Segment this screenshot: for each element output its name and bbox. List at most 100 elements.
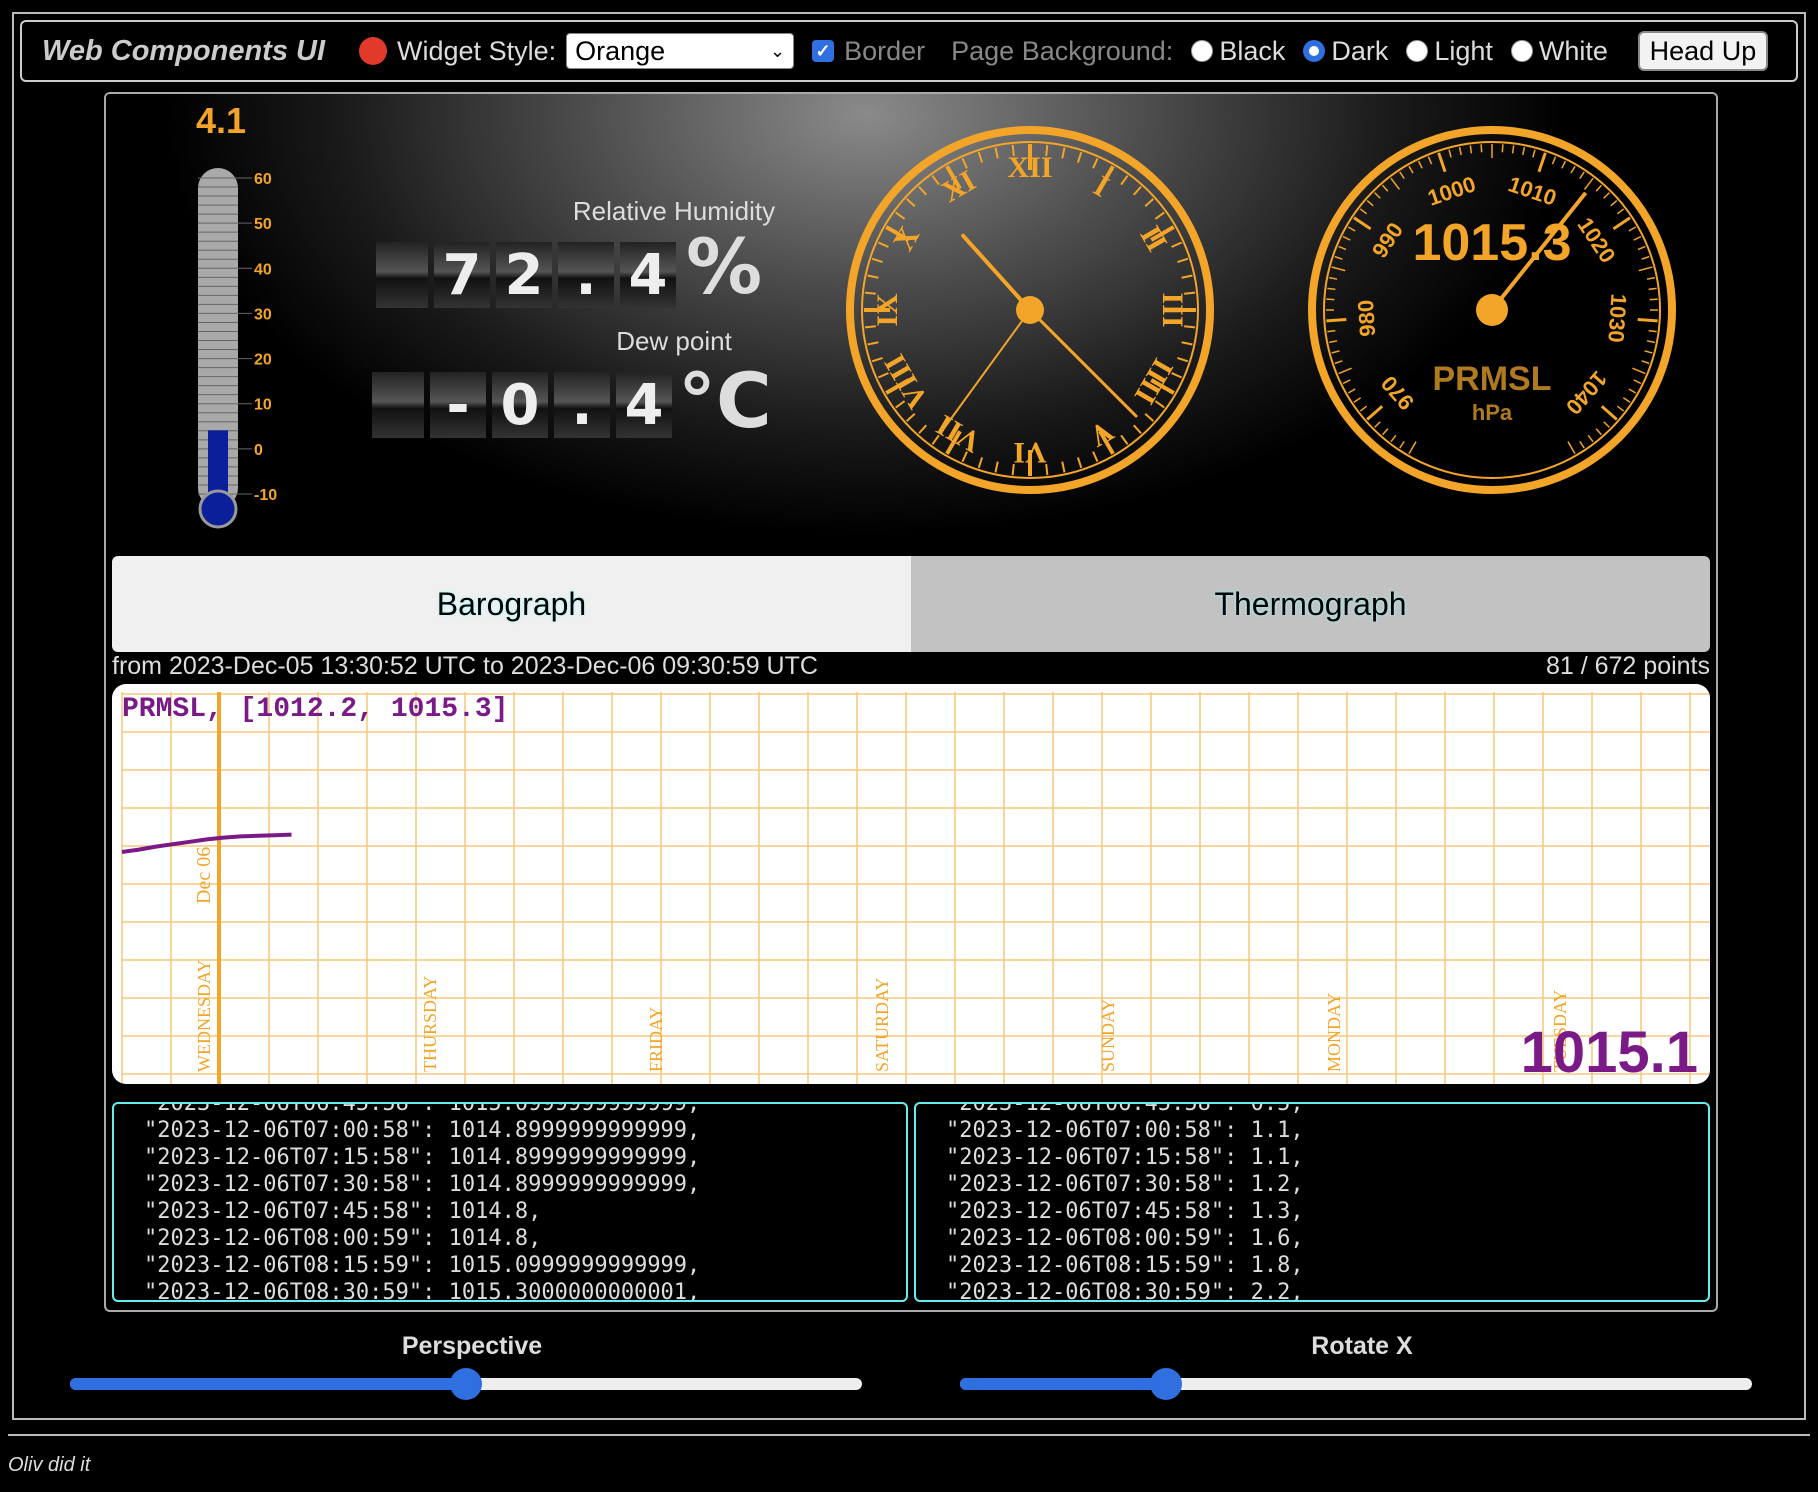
humidity-digit bbox=[376, 242, 428, 308]
humidity-digit: 4 bbox=[620, 242, 676, 308]
clock-tick bbox=[871, 257, 883, 264]
thermometer-scale-label: 60 bbox=[254, 171, 272, 188]
gauges-panel: 4.1 60 50 40 30 20 10 0 -10 Relative Humidity 7… bbox=[106, 94, 1716, 556]
bg-radio-black[interactable] bbox=[1191, 40, 1214, 62]
json-line: "2023-12-06T08:30:59": 1015.300000000000… bbox=[144, 1280, 701, 1302]
barometer-tick bbox=[1381, 184, 1389, 192]
perspective-slider-handle[interactable] bbox=[450, 1368, 482, 1400]
barometer-tick bbox=[1329, 276, 1338, 280]
tab-barograph[interactable]: Barograph bbox=[112, 556, 911, 652]
barometer-tick bbox=[1353, 397, 1362, 403]
thermometer-scale-label: 40 bbox=[254, 261, 272, 278]
barometer-tick bbox=[1353, 216, 1372, 231]
barometer-tick bbox=[1637, 318, 1658, 323]
rotate-x-slider[interactable] bbox=[960, 1368, 1752, 1400]
barometer-tick bbox=[1522, 147, 1526, 156]
json-line: "2023-12-06T08:00:59": 1.6, bbox=[946, 1226, 1304, 1251]
clock-numeral: V bbox=[1083, 414, 1119, 454]
perspective-label: Perspective bbox=[401, 1332, 543, 1360]
json-line: "2023-12-06T07:15:58": 1.1, bbox=[946, 1145, 1304, 1170]
json-line: "2023-12-06T07:45:58": 1.3, bbox=[946, 1199, 1304, 1224]
temperature-json-panel[interactable]: "2023-12-06T06:45:58": 0.5, "2023-12-06T… bbox=[914, 1102, 1710, 1302]
dew-point-digit: 4 bbox=[616, 372, 672, 438]
clock-tick bbox=[1177, 257, 1189, 264]
app-title: Web Components UI bbox=[42, 34, 326, 67]
bg-radio-dark[interactable] bbox=[1303, 40, 1326, 62]
clock-tick bbox=[994, 147, 999, 159]
barometer-tick bbox=[1417, 160, 1423, 169]
clock-tick bbox=[867, 274, 879, 279]
bg-radio-light[interactable] bbox=[1406, 40, 1429, 62]
barometer-tick bbox=[1511, 145, 1515, 154]
barometer-tick bbox=[1622, 397, 1631, 403]
barometer-tick bbox=[1587, 434, 1594, 443]
thermometer-scale-label: 20 bbox=[254, 352, 272, 369]
clock-tick bbox=[1092, 157, 1099, 169]
day-label: SUNDAY bbox=[1098, 999, 1118, 1072]
barometer-tick bbox=[1628, 226, 1637, 232]
barometer-tick bbox=[1646, 340, 1655, 344]
head-up-button[interactable]: Head Up bbox=[1637, 31, 1768, 71]
barometer-tick bbox=[1390, 434, 1397, 443]
humidity-display: 7 2 . 4 bbox=[376, 242, 676, 308]
barometer-tick bbox=[1603, 421, 1610, 428]
perspective-slider[interactable] bbox=[70, 1368, 862, 1400]
bg-label-dark: Dark bbox=[1331, 35, 1389, 66]
footer-divider bbox=[8, 1434, 1810, 1436]
clock-numeral: IX bbox=[871, 293, 904, 327]
barometer-tick bbox=[1648, 329, 1657, 333]
barometer-tick bbox=[1390, 177, 1401, 190]
humidity-unit: % bbox=[686, 222, 763, 311]
day-label: SATURDAY bbox=[872, 978, 892, 1072]
border-checkbox[interactable]: ✓ bbox=[812, 40, 835, 62]
range-line: from 2023-Dec-05 13:30:52 UTC to 2023-De… bbox=[112, 652, 1710, 681]
barometer-scale-label: 1010 bbox=[1505, 171, 1559, 210]
dew-point-digit bbox=[372, 372, 424, 438]
json-line: "2023-12-06T07:45:58": 1014.8, bbox=[144, 1199, 542, 1224]
clock-tick bbox=[1076, 457, 1083, 469]
rotate-x-slider-handle[interactable] bbox=[1149, 1368, 1182, 1400]
barometer-tick bbox=[1448, 149, 1452, 158]
clock-tick bbox=[1177, 356, 1189, 363]
clock-center bbox=[1016, 296, 1044, 324]
clock-tick bbox=[918, 185, 928, 196]
graph-tabs: Barograph Thermograph bbox=[112, 556, 1710, 652]
clock-tick bbox=[1132, 185, 1142, 196]
barometer-tick bbox=[1570, 165, 1576, 174]
widget-style-value: Orange bbox=[575, 35, 666, 66]
barometer-tick bbox=[1427, 156, 1433, 165]
dew-point-digit: . bbox=[554, 372, 610, 438]
thermometer: 60 50 40 30 20 10 0 -10 bbox=[198, 168, 277, 529]
clock-tick bbox=[994, 461, 999, 473]
barometer-tick bbox=[1399, 440, 1405, 449]
clock-numeral: III bbox=[1156, 292, 1189, 327]
barometer-tick bbox=[1637, 245, 1646, 251]
barometer-tick bbox=[1595, 184, 1603, 192]
clock-tick bbox=[1076, 151, 1083, 163]
barometer-tick bbox=[1347, 226, 1356, 232]
humidity-label: Relative Humidity bbox=[572, 196, 776, 226]
barometer-tick bbox=[1374, 421, 1381, 428]
json-line: "2023-12-06T08:15:59": 1015.099999999999… bbox=[144, 1253, 701, 1278]
clock-tick bbox=[1061, 147, 1066, 159]
clock-tick bbox=[1120, 175, 1129, 186]
thermometer-scale-label: 0 bbox=[254, 442, 263, 459]
thermometer-scale-label: 30 bbox=[254, 306, 272, 323]
widget-style-label: Widget Style: bbox=[397, 35, 557, 66]
border-label: Border bbox=[844, 35, 926, 66]
clock-tick bbox=[1092, 451, 1099, 463]
clock-numeral: XII bbox=[1007, 151, 1052, 184]
humidity-digit: . bbox=[558, 242, 614, 308]
barometer-tick bbox=[1579, 440, 1585, 449]
barometer-tick bbox=[1567, 441, 1576, 455]
barometer-tick bbox=[1381, 428, 1389, 436]
bg-radio-white[interactable] bbox=[1510, 40, 1533, 62]
pressure-json-panel[interactable]: "2023-12-06T06:45:58": 1015.099999999999… bbox=[112, 1102, 908, 1302]
clock-tick bbox=[1181, 274, 1193, 279]
tab-thermograph[interactable]: Thermograph bbox=[911, 556, 1710, 652]
widget-style-select[interactable]: Orange ⌄ bbox=[566, 33, 795, 69]
barometer-tick bbox=[1646, 276, 1655, 280]
clock-tick bbox=[1181, 341, 1193, 346]
perspective-slider-fill bbox=[70, 1378, 466, 1390]
barograph-current-value: 1015.1 bbox=[1521, 1020, 1698, 1084]
